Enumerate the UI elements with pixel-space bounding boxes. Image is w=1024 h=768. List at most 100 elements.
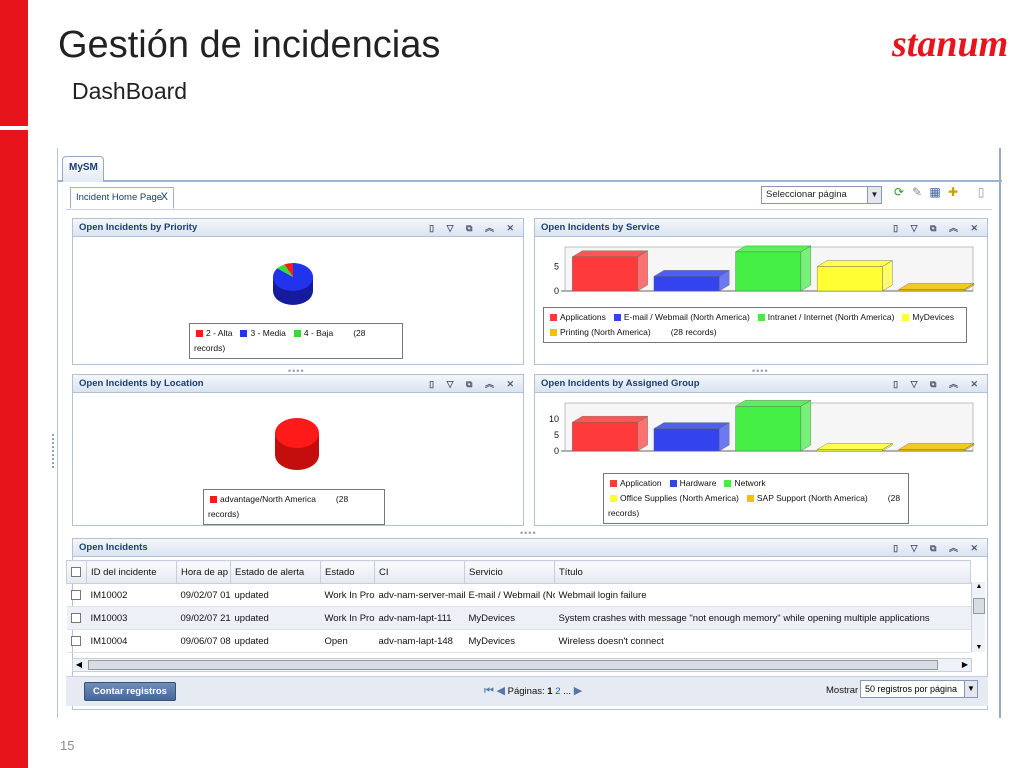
- portlet-title: Open Incidents by Priority: [79, 222, 198, 233]
- table-row[interactable]: IM10002 09/02/07 01: updated Work In Prog ad…: [66, 583, 971, 607]
- count-records-button[interactable]: Contar registros: [84, 682, 176, 701]
- edit-page-icon[interactable]: ✎: [910, 184, 924, 200]
- accent-bar: [0, 0, 28, 768]
- scroll-right-icon[interactable]: ▶: [959, 659, 971, 671]
- table-cell: updated: [230, 606, 321, 630]
- table-cell: Work In Prog: [320, 583, 375, 607]
- table-cell: adv-nam-lapt-111: [374, 606, 465, 630]
- legend-entry: Applications: [548, 310, 606, 325]
- bar: [571, 250, 649, 292]
- legend-swatch: [724, 480, 732, 488]
- portlet-title: Open Incidents by Assigned Group: [541, 378, 700, 389]
- horizontal-scrollbar[interactable]: ◀ ▶: [72, 658, 972, 672]
- table-cell: Work In Prog: [320, 606, 375, 630]
- table-cell: Wireless doesn't connect: [554, 629, 971, 653]
- portlet-title: Open Incidents: [79, 542, 148, 553]
- y-tick-label: 0: [554, 286, 559, 296]
- bar: [816, 443, 894, 452]
- next-page-icon[interactable]: ▶: [574, 685, 582, 697]
- page-link-2[interactable]: 2: [555, 686, 560, 697]
- portlet-controls[interactable]: ▯ ▽ ⧉ ︽ ✕: [429, 221, 519, 234]
- slide-title: Gestión de incidencias: [58, 24, 441, 66]
- column-header[interactable]: Servicio: [464, 560, 555, 584]
- bar: [898, 443, 975, 452]
- legend-label: advantage/North America: [220, 494, 316, 504]
- vertical-scrollbar[interactable]: ▲ ▼: [971, 582, 985, 652]
- refresh-icon[interactable]: ⟳: [892, 184, 906, 200]
- legend-label: Printing (North America): [560, 327, 651, 337]
- legend-label: 2 - Alta: [206, 328, 233, 338]
- stanum-logo: stanum: [891, 23, 1008, 65]
- more-pages[interactable]: ...: [563, 686, 571, 697]
- portlet-title: Open Incidents by Location: [79, 378, 204, 389]
- table-cell: updated: [230, 583, 321, 607]
- legend-label: Intranet / Internet (North America): [767, 312, 895, 322]
- table-cell: Webmail login failure: [554, 583, 971, 607]
- legend-swatch: [196, 330, 203, 338]
- pages-label: Páginas:: [507, 686, 545, 697]
- table-cell: 09/02/07 01:: [176, 583, 231, 607]
- legend-entry: Intranet / Internet (North America): [756, 310, 895, 325]
- delete-page-icon[interactable]: ▯: [974, 184, 988, 200]
- table-cell: IM10002: [86, 583, 177, 607]
- layout-icon[interactable]: ▦: [928, 184, 942, 200]
- show-label: Mostrar: [826, 685, 859, 696]
- portlet-controls[interactable]: ▯ ▽ ⧉ ︽ ✕: [893, 541, 983, 554]
- row-checkbox[interactable]: [66, 629, 87, 653]
- legend-label: MyDevices: [912, 312, 954, 322]
- y-tick-label: 10: [549, 414, 559, 424]
- portlet-title: Open Incidents by Service: [541, 222, 660, 233]
- chevron-down-icon: ▼: [867, 187, 881, 203]
- row-checkbox[interactable]: [66, 583, 87, 607]
- tab-incident-home-page[interactable]: Incident Home Page X: [70, 187, 174, 209]
- legend-swatch: [240, 330, 248, 338]
- scroll-thumb[interactable]: [88, 660, 938, 670]
- tab-mysm[interactable]: MySM: [62, 156, 104, 182]
- legend-label: SAP Support (North America): [756, 493, 868, 503]
- bar: [898, 283, 975, 292]
- bar: [653, 269, 730, 292]
- prev-page-icon[interactable]: ◀: [497, 685, 505, 697]
- table-cell: System crashes with message "not enough …: [554, 606, 971, 630]
- legend-label: E-mail / Webmail (North America): [623, 312, 750, 322]
- bar: [816, 260, 894, 292]
- scroll-up-icon[interactable]: ▲: [972, 583, 986, 590]
- scroll-down-icon[interactable]: ▼: [972, 644, 986, 651]
- scroll-left-icon[interactable]: ◀: [73, 659, 85, 671]
- select-all-checkbox[interactable]: [66, 560, 87, 584]
- portlet-controls[interactable]: ▯ ▽ ⧉ ︽ ✕: [893, 377, 983, 390]
- legend-swatch: [902, 314, 910, 322]
- per-page-select[interactable]: 50 registros por página ▼: [860, 680, 978, 698]
- slide: Gestión de incidencias DashBoard stanum …: [0, 0, 1024, 768]
- page-select[interactable]: Seleccionar página ▼: [761, 186, 882, 204]
- splitter-grip[interactable]: ••••: [520, 528, 537, 538]
- portlet-header: Open Incidents by Priority ▯ ▽ ⧉ ︽ ✕: [73, 219, 523, 237]
- row-checkbox[interactable]: [66, 606, 87, 630]
- legend-entry: advantage/North America: [208, 492, 316, 507]
- tab-label: Incident Home Page: [76, 192, 163, 203]
- table-row[interactable]: IM10004 09/06/07 08: updated Open adv-nam-la…: [66, 629, 971, 653]
- close-tab-icon[interactable]: X: [161, 191, 168, 203]
- new-page-icon[interactable]: ✚: [946, 184, 960, 200]
- first-page-icon[interactable]: ⏮: [484, 685, 494, 697]
- column-header[interactable]: Estado de alerta: [230, 560, 321, 584]
- column-header[interactable]: CI: [374, 560, 465, 584]
- legend-swatch: [550, 314, 557, 322]
- legend-entry: E-mail / Webmail (North America): [612, 310, 750, 325]
- resize-grip[interactable]: [52, 434, 56, 468]
- column-header[interactable]: Título: [554, 560, 971, 584]
- pager: ⏮ ◀ Páginas: 1 2 ... ▶: [484, 684, 582, 698]
- column-header[interactable]: Estado: [320, 560, 375, 584]
- portlet-header: Open Incidents by Service ▯ ▽ ⧉ ︽ ✕: [535, 219, 987, 237]
- legend-swatch: [293, 330, 301, 338]
- scroll-thumb[interactable]: [973, 598, 985, 614]
- y-tick-label: 5: [554, 430, 559, 440]
- page-select-value: Seleccionar página: [766, 189, 847, 200]
- table-row[interactable]: IM10003 09/02/07 21: updated Work In Prog ad…: [66, 606, 971, 630]
- column-header[interactable]: Hora de ap: [176, 560, 231, 584]
- portlet-controls[interactable]: ▯ ▽ ⧉ ︽ ✕: [429, 377, 519, 390]
- portlet-controls[interactable]: ▯ ▽ ⧉ ︽ ✕: [893, 221, 983, 234]
- legend-entry: Printing (North America): [548, 325, 651, 340]
- portlet-assigned-group: Open Incidents by Assigned Group ▯ ▽ ⧉ ︽ …: [534, 374, 988, 526]
- column-header[interactable]: ID del incidente: [86, 560, 177, 584]
